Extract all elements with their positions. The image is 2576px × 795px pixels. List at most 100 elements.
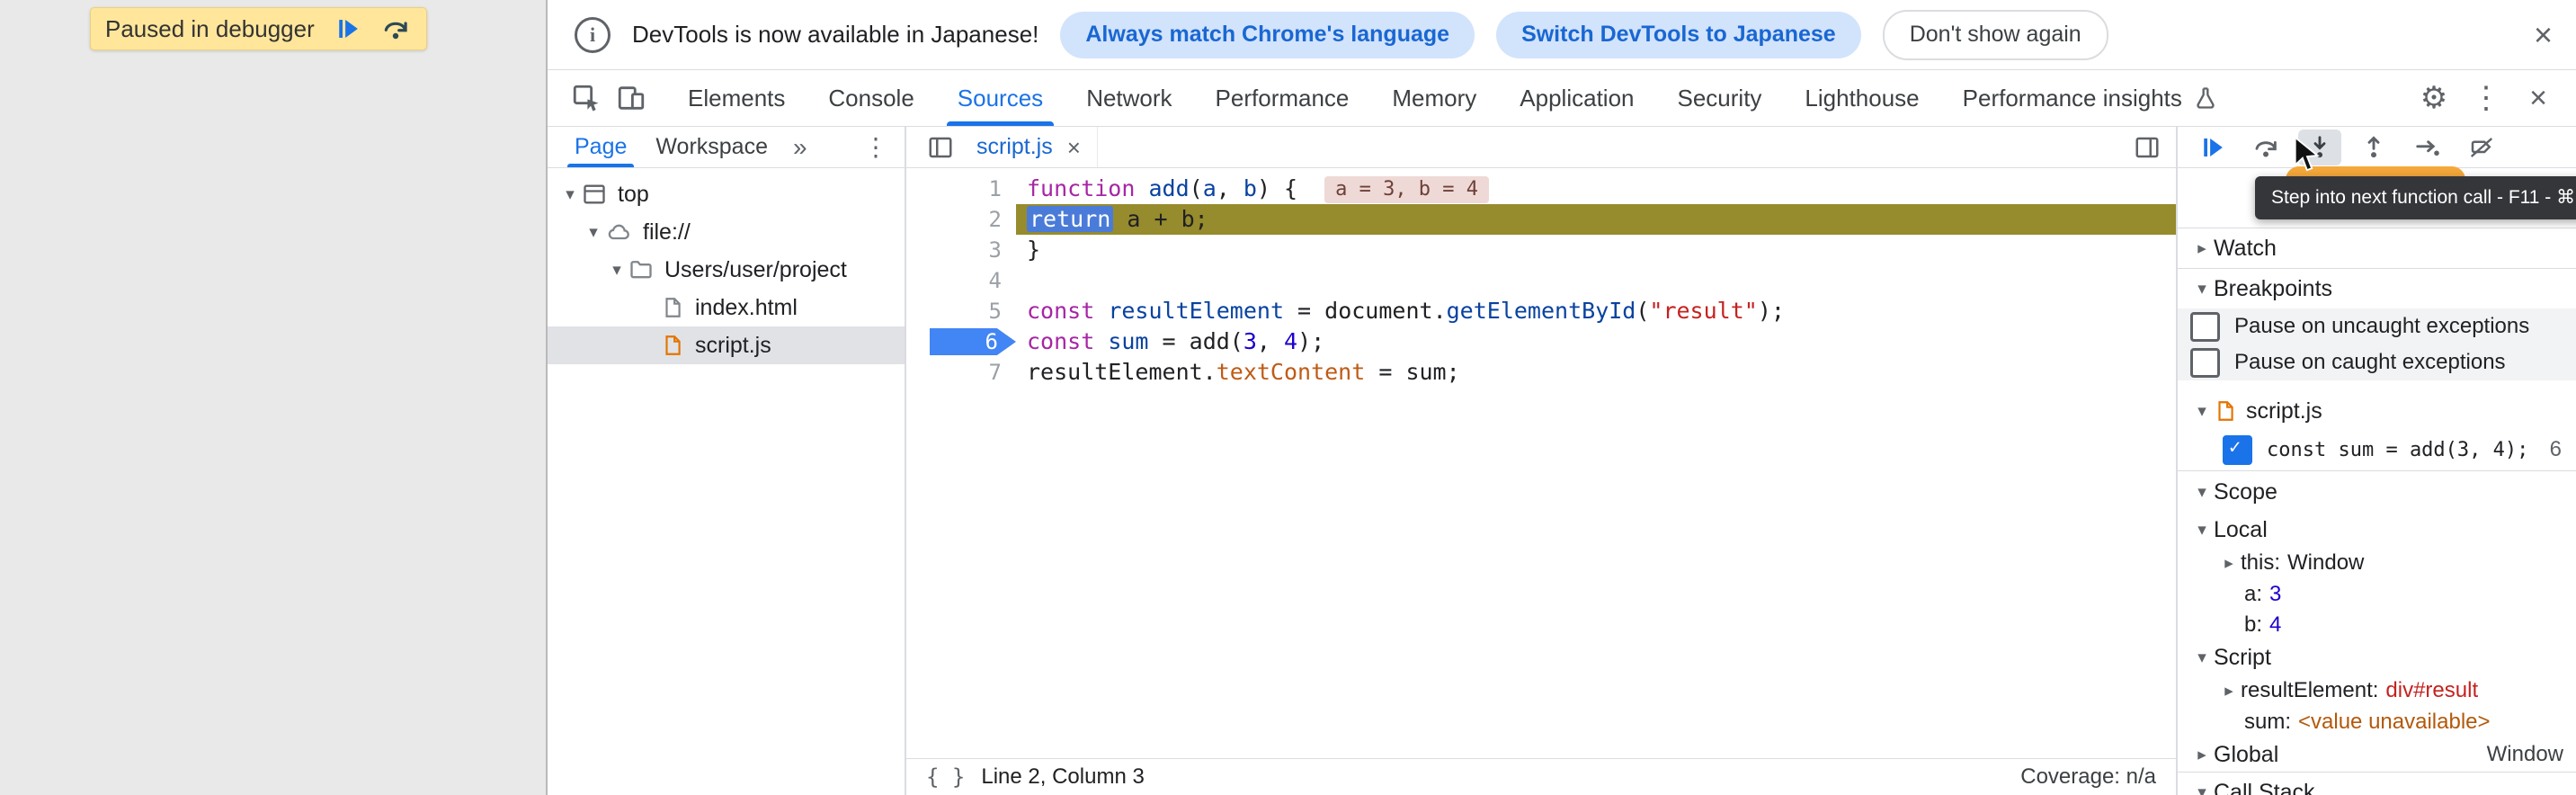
info-icon: i — [575, 17, 611, 53]
tab-elements[interactable]: Elements — [666, 70, 807, 126]
tab-lighthouse[interactable]: Lighthouse — [1783, 70, 1940, 126]
inline-value-badge: a = 3, b = 4 — [1324, 176, 1489, 203]
scope-var-this[interactable]: ▸this: Window — [2178, 547, 2576, 579]
tab-security[interactable]: Security — [1656, 70, 1784, 126]
scope-var-sum[interactable]: sum: <value unavailable> — [2178, 707, 2576, 737]
scope-var-resultelement[interactable]: ▸resultElement: div#result — [2178, 674, 2576, 707]
breakpoint-code-snippet: const sum = add(3, 4); — [2267, 439, 2528, 461]
watch-section-header[interactable]: ▸ Watch — [2178, 228, 2576, 268]
scope-global-row[interactable]: ▸ Global Window — [2178, 737, 2576, 772]
tab-console[interactable]: Console — [807, 70, 935, 126]
tree-item-index-html[interactable]: index.html — [548, 289, 905, 326]
device-toolbar-icon[interactable] — [609, 76, 654, 121]
expand-arrow-icon[interactable]: ▾ — [582, 222, 605, 243]
navigator-menu-kebab-icon[interactable]: ⋮ — [863, 132, 905, 162]
breakpoint-file-group[interactable]: ▾ script.js — [2178, 393, 2576, 429]
tab-sources[interactable]: Sources — [936, 70, 1065, 126]
breakpoints-section-header[interactable]: ▾ Breakpoints — [2178, 268, 2576, 308]
code-line-5: 5const resultElement = document.getEleme… — [906, 296, 2176, 326]
breakpoint-entry[interactable]: const sum = add(3, 4); 6 — [2178, 429, 2576, 470]
expand-arrow-icon[interactable]: ▾ — [2190, 648, 2214, 668]
tab-application[interactable]: Application — [1498, 70, 1655, 126]
expand-arrow-icon[interactable]: ▾ — [605, 260, 628, 281]
step-over-button[interactable] — [2244, 130, 2287, 165]
deactivate-breakpoints-button[interactable] — [2460, 130, 2503, 165]
gutter-line-number[interactable]: 2 — [906, 204, 1016, 235]
gutter-line-number[interactable]: 3 — [906, 235, 1016, 265]
gutter-line-number[interactable]: 5 — [906, 296, 1016, 326]
match-chrome-language-button[interactable]: Always match Chrome's language — [1060, 12, 1475, 58]
collapse-arrow-icon[interactable]: ▸ — [2217, 681, 2241, 701]
expand-arrow-icon[interactable]: ▾ — [2190, 782, 2214, 795]
variable-value: Window — [2287, 550, 2364, 576]
resume-button[interactable] — [2190, 130, 2233, 165]
debugger-toolbar — [2178, 127, 2576, 168]
expand-arrow-icon[interactable]: ▾ — [2190, 482, 2214, 503]
breakpoint-marker[interactable]: 6 — [930, 328, 1016, 355]
navigator-tab-workspace[interactable]: Workspace — [641, 127, 782, 167]
expand-arrow-icon[interactable]: ▾ — [2190, 520, 2214, 540]
gutter-line-number[interactable]: 7 — [906, 357, 1016, 388]
call-stack-section-header[interactable]: ▾ Call Stack — [2178, 772, 2576, 795]
more-options-kebab-icon[interactable]: ⋮ — [2463, 75, 2509, 121]
breakpoint-option-row: Pause on uncaught exceptions — [2178, 308, 2576, 344]
scope-section-header[interactable]: ▾ Scope — [2178, 470, 2576, 513]
scope-var-a[interactable]: a: 3 — [2178, 579, 2576, 610]
dont-show-again-button[interactable]: Don't show again — [1883, 10, 2108, 60]
devtools-close-icon[interactable]: × — [2515, 75, 2562, 121]
code-editor[interactable]: 1function add(a, b) {a = 3, b = 42return… — [906, 168, 2176, 758]
cloud-icon — [605, 219, 632, 245]
scope-local-vars: ▸this: Windowa: 3b: 4 — [2178, 547, 2576, 640]
notification-close-icon[interactable]: × — [2534, 19, 2553, 51]
tree-item-top[interactable]: ▾ top — [548, 175, 905, 213]
tab-performance-insights[interactable]: Performance insights — [1941, 70, 2240, 126]
inspect-element-icon[interactable] — [564, 76, 609, 121]
collapse-arrow-icon[interactable]: ▸ — [2190, 238, 2214, 259]
watch-label: Watch — [2214, 236, 2277, 262]
scope-local-header[interactable]: ▾ Local — [2178, 513, 2576, 547]
gutter-line-number[interactable]: 6 — [906, 326, 1016, 357]
toggle-navigator-panel-icon[interactable] — [921, 128, 960, 167]
collapse-arrow-icon[interactable]: ▸ — [2190, 745, 2214, 765]
expand-arrow-icon[interactable]: ▾ — [2190, 401, 2214, 422]
tab-performance[interactable]: Performance — [1194, 70, 1371, 126]
step-out-button[interactable] — [2352, 130, 2395, 165]
tab-memory[interactable]: Memory — [1370, 70, 1498, 126]
variable-name: resultElement — [2241, 678, 2373, 703]
tree-item-label: top — [618, 182, 649, 208]
scope-var-b[interactable]: b: 4 — [2178, 610, 2576, 640]
tab-network[interactable]: Network — [1065, 70, 1193, 126]
editor-tabbar: script.js × — [906, 127, 2176, 168]
gutter-line-number[interactable]: 1 — [906, 174, 1016, 204]
tab-label: Elements — [688, 85, 785, 112]
navigator-tab-page[interactable]: Page — [560, 127, 641, 167]
pause-exceptions-checkbox-0[interactable] — [2190, 312, 2220, 342]
tree-item-label: file:// — [643, 219, 691, 246]
collapse-arrow-icon[interactable]: ▸ — [2217, 553, 2241, 574]
step-over-icon[interactable] — [379, 13, 412, 45]
expand-arrow-icon[interactable]: ▾ — [558, 184, 582, 205]
step-button[interactable] — [2406, 130, 2449, 165]
tab-close-icon[interactable]: × — [1067, 136, 1081, 159]
settings-gear-icon[interactable]: ⚙ — [2411, 75, 2457, 121]
tree-item-users-user-project[interactable]: ▾Users/user/project — [548, 251, 905, 289]
switch-to-japanese-button[interactable]: Switch DevTools to Japanese — [1496, 12, 1861, 58]
tab-label: Security — [1678, 85, 1762, 112]
code-text: return a + b; — [1016, 204, 2176, 235]
tab-label: Memory — [1392, 85, 1476, 112]
expand-arrow-icon[interactable]: ▾ — [2190, 279, 2214, 299]
toggle-debugger-panel-icon[interactable] — [2127, 127, 2167, 167]
scope-script-header[interactable]: ▾ Script — [2178, 640, 2576, 674]
more-tabs-chevron-icon[interactable]: » — [782, 133, 818, 162]
code-line-2: 2return a + b; — [906, 204, 2176, 235]
tree-item-file[interactable]: ▾ file:// — [548, 213, 905, 251]
editor-file-tab[interactable]: script.js × — [960, 127, 1098, 167]
pause-exceptions-checkbox-1[interactable] — [2190, 348, 2220, 378]
resume-script-icon[interactable] — [331, 13, 363, 45]
code-line-6: 6const sum = add(3, 4); — [906, 326, 2176, 357]
pretty-print-braces-icon[interactable]: { } — [926, 764, 965, 790]
gutter-line-number[interactable]: 4 — [906, 265, 1016, 296]
breakpoint-checkbox[interactable] — [2223, 435, 2252, 465]
tree-item-script-js[interactable]: script.js — [548, 326, 905, 364]
tab-label: Performance — [1216, 85, 1350, 112]
